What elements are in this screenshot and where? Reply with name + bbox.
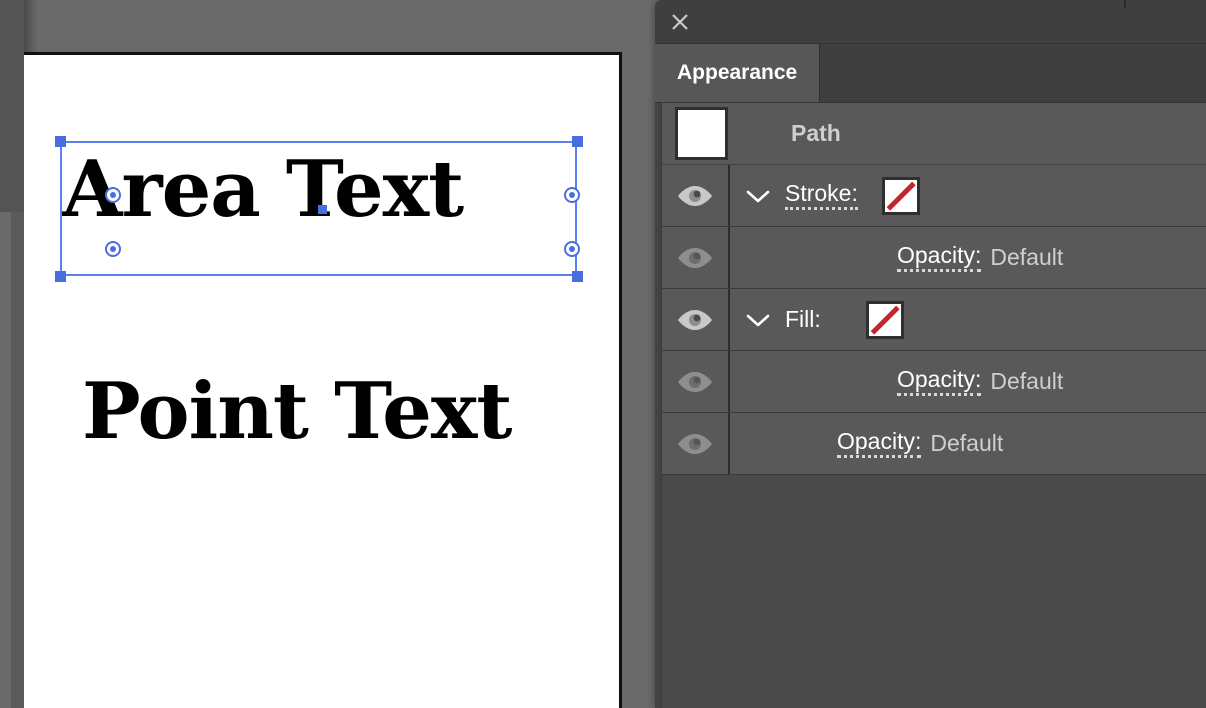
appearance-panel: Appearance Path Stroke: Opacity: Default…: [655, 0, 1206, 708]
none-icon: [868, 303, 901, 336]
fill-opacity-label[interactable]: Opacity:: [897, 367, 982, 396]
object-opacity-value[interactable]: Default: [930, 430, 1003, 457]
canvas-area[interactable]: Area Text Point Text: [24, 55, 619, 708]
document-window: Area Text Point Text: [24, 52, 622, 708]
selection-handle-bottom-left[interactable]: [55, 271, 66, 282]
appearance-rows: Path Stroke: Opacity: Default Fill: Opac…: [662, 103, 1206, 475]
appearance-row-object-opacity[interactable]: Opacity: Default: [662, 413, 1206, 475]
object-opacity-label[interactable]: Opacity:: [837, 429, 922, 458]
none-icon: [884, 179, 917, 212]
panel-body: Path Stroke: Opacity: Default Fill: Opac…: [661, 103, 1206, 708]
stroke-opacity-label-cell: Opacity: Default: [897, 227, 1063, 288]
selection-handle-bottom-right[interactable]: [572, 271, 583, 282]
area-text-object[interactable]: Area Text: [62, 151, 464, 229]
tab-appearance-label: Appearance: [677, 61, 798, 84]
panel-titlebar: [655, 0, 1206, 44]
stroke-label[interactable]: Stroke:: [785, 181, 858, 210]
fill-opacity-value[interactable]: Default: [990, 368, 1063, 395]
stroke-opacity-label[interactable]: Opacity:: [897, 243, 982, 272]
point-text-object[interactable]: Point Text: [82, 373, 512, 451]
tab-appearance[interactable]: Appearance: [655, 44, 821, 102]
fill-opacity-label-cell: Opacity: Default: [897, 351, 1063, 412]
text-anchor-node-bottom-left[interactable]: [105, 241, 121, 257]
fill-swatch-none[interactable]: [865, 300, 904, 339]
app-background: Area Text Point Text Appearance Path Str…: [0, 0, 1206, 708]
close-icon[interactable]: [666, 8, 694, 36]
appearance-row-stroke[interactable]: Stroke:: [662, 165, 1206, 227]
fill-label-cell: Fill:: [785, 289, 904, 350]
chevron-placeholder: [730, 413, 785, 474]
appearance-row-path[interactable]: Path: [662, 103, 1206, 165]
appearance-row-fill[interactable]: Fill:: [662, 289, 1206, 351]
eye-icon-stroke-opacity[interactable]: [662, 227, 728, 288]
text-anchor-node-top-right[interactable]: [564, 187, 580, 203]
eye-icon-fill-opacity[interactable]: [662, 351, 728, 412]
path-label: Path: [791, 120, 841, 146]
fill-label[interactable]: Fill:: [785, 307, 821, 332]
appearance-row-stroke-opacity[interactable]: Opacity: Default: [662, 227, 1206, 289]
selection-handle-top-right[interactable]: [572, 136, 583, 147]
chevron-down-icon-fill[interactable]: [730, 289, 785, 350]
panel-tabbar: Appearance: [655, 44, 1206, 103]
eye-icon-object-opacity[interactable]: [662, 413, 728, 474]
stroke-label-cell: Stroke:: [785, 165, 920, 226]
chevron-placeholder: [730, 351, 785, 412]
eye-icon-stroke[interactable]: [662, 165, 728, 226]
stroke-opacity-value[interactable]: Default: [990, 244, 1063, 271]
stroke-swatch-none[interactable]: [881, 176, 920, 215]
titlebar-divider: [1124, 0, 1126, 8]
path-thumbnail[interactable]: [675, 107, 728, 160]
chevron-placeholder: [730, 227, 785, 288]
appearance-row-fill-opacity[interactable]: Opacity: Default: [662, 351, 1206, 413]
eye-icon-fill[interactable]: [662, 289, 728, 350]
text-anchor-node-bottom-right[interactable]: [564, 241, 580, 257]
object-opacity-label-cell: Opacity: Default: [837, 413, 1003, 474]
toolbar-strip: [0, 0, 24, 212]
tabbar-filler: [820, 44, 1206, 102]
chevron-down-icon-stroke[interactable]: [730, 165, 785, 226]
